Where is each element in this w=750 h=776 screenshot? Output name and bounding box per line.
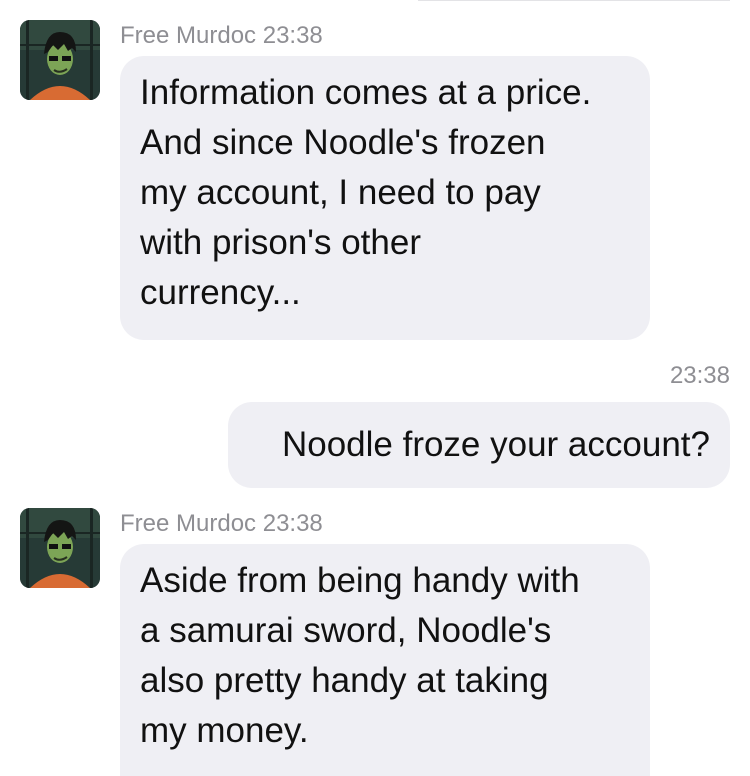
- contact-avatar-icon[interactable]: [20, 20, 100, 100]
- previous-message-divider: [418, 0, 730, 1]
- outgoing-message-time: 23:38: [669, 362, 730, 389]
- message-text-line: a samurai sword, Noodle's: [140, 611, 552, 650]
- message-sender-line: Free Murdoc 23:38: [120, 22, 323, 50]
- incoming-message-bubble[interactable]: Information comes at a price. And since …: [120, 56, 650, 340]
- incoming-message-bubble[interactable]: Aside from being handy with a samurai sw…: [120, 544, 650, 776]
- message-sender-line: Free Murdoc 23:38: [120, 510, 323, 538]
- message-text-line: Aside from being handy with: [140, 561, 580, 600]
- message-time: 23:38: [262, 510, 323, 537]
- message-text-line: And since Noodle's frozen: [140, 123, 546, 162]
- sender-name: Free Murdoc: [120, 510, 257, 537]
- message-text-line: also pretty handy at taking: [140, 661, 549, 700]
- message-time: 23:38: [262, 22, 323, 49]
- message-text-line: my account, I need to pay: [140, 173, 541, 212]
- avatar-image: [20, 20, 100, 100]
- outgoing-message-bubble[interactable]: Noodle froze your account?: [228, 402, 730, 488]
- message-text-line: with prison's other: [140, 223, 421, 262]
- message-text-line: currency...: [140, 273, 301, 312]
- message-text-line: my money.: [140, 711, 309, 750]
- message-text-line: Information comes at a price.: [140, 73, 592, 112]
- sender-name: Free Murdoc: [120, 22, 257, 49]
- avatar-image: [20, 508, 100, 588]
- contact-avatar-icon[interactable]: [20, 508, 100, 588]
